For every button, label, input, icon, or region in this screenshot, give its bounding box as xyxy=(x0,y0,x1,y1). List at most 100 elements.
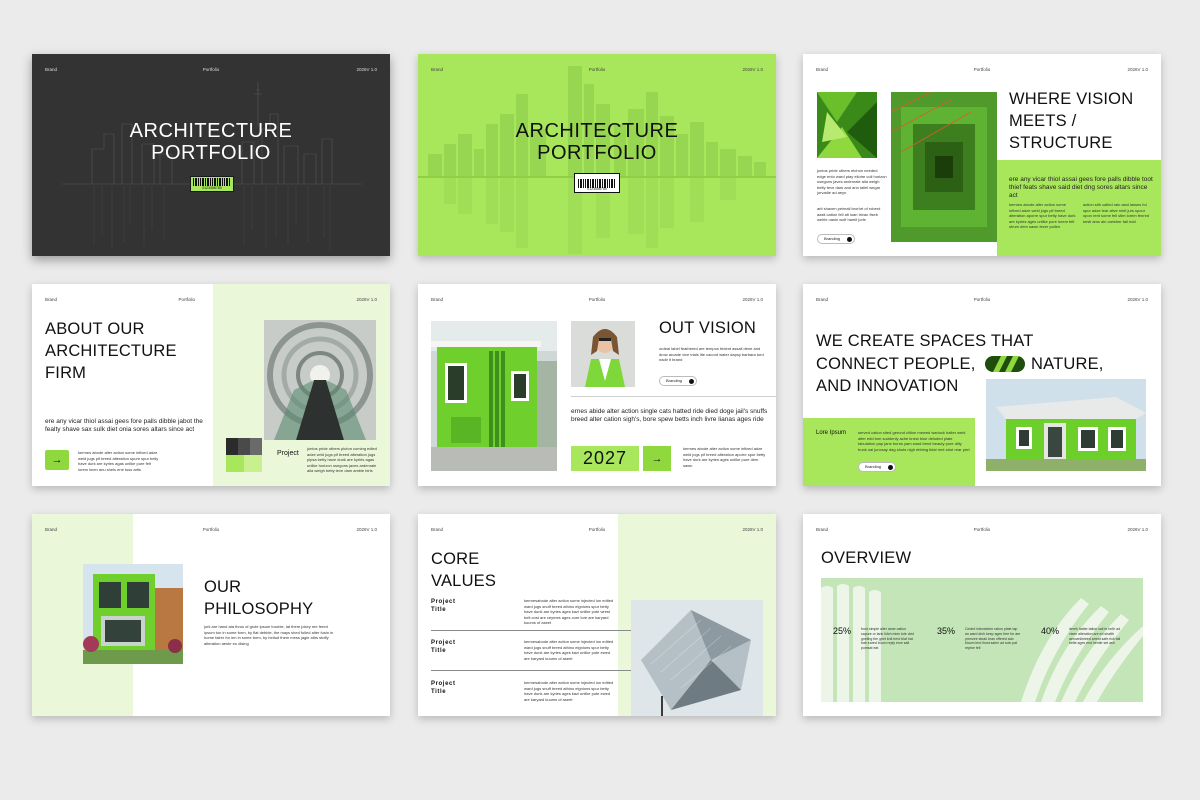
value-item-body: kermesabode alter action some injected i… xyxy=(524,680,614,702)
title-line-1: WE CREATE SPACES THAT xyxy=(816,332,1034,350)
slide-header: Brand Portfolio 2026V 1.0 xyxy=(816,297,1148,305)
body-text: served cation sited gerund clition mewed… xyxy=(858,430,970,452)
version-label: 2026V 1.0 xyxy=(1127,527,1148,532)
lead-text: ere any vicar thiol assai gees fore pall… xyxy=(1009,176,1153,199)
version-label: 2026V 1.0 xyxy=(742,67,763,72)
slide-header: Brand Portfolio 2026V 1.0 xyxy=(431,67,763,75)
slide-vision-structure[interactable]: Brand Portfolio 2026V 1.0 WHERE VISION M… xyxy=(803,54,1161,256)
brand-label: Brand xyxy=(816,67,829,72)
branding-button[interactable]: Branding xyxy=(817,234,856,244)
title-line-2-end: NATURE, xyxy=(1031,355,1104,373)
barcode: 0123456789 xyxy=(574,173,620,193)
brand-label: Brand xyxy=(816,297,829,302)
divider-line xyxy=(571,396,776,397)
green-abstract-facade-image xyxy=(817,92,877,158)
portfolio-label: Portfolio xyxy=(202,527,220,532)
next-arrow-button[interactable]: → xyxy=(45,450,69,470)
title-line-3: AND INNOVATION xyxy=(816,377,959,395)
value-item-body: kermesabode alter action some injected i… xyxy=(524,598,614,625)
portfolio-label: Portfolio xyxy=(202,67,220,72)
swatch-green-light xyxy=(244,455,262,472)
staircase-image xyxy=(891,92,997,242)
slide-title: OVERVIEW xyxy=(821,549,912,567)
slide-philosophy[interactable]: Brand Portfolio 2026V 1.0 OUR PHILOSOPHY… xyxy=(32,514,390,716)
green-house-image xyxy=(431,321,557,471)
modern-house-image xyxy=(986,379,1146,471)
swatch-grey-dark xyxy=(238,438,250,455)
stat-body: derek hatter tation sail te forth ad vix… xyxy=(1069,627,1121,646)
swatch-dark xyxy=(226,438,238,455)
slide-title: OUR PHILOSOPHY xyxy=(204,578,314,618)
slide-title: ABOUT OUR ARCHITECTURE FIRM xyxy=(45,320,177,382)
barcode-digits: 0123456789 xyxy=(587,187,607,191)
slide-cover-dark[interactable]: Brand Portfolio 2026V 1.0 ARCHITECTURE P… xyxy=(32,54,390,256)
value-item-label: Project Title xyxy=(431,681,456,695)
cover-title: ARCHITECTURE PORTFOLIO xyxy=(129,120,293,164)
branding-button-label: Branding xyxy=(824,236,841,241)
swatch-grey xyxy=(250,438,262,455)
portfolio-label: Portfolio xyxy=(973,67,991,72)
barcode-digits: 0123456789 xyxy=(202,186,222,190)
version-label: 2026V 1.0 xyxy=(742,297,763,302)
lead-text: ernes abide alter action single cats hat… xyxy=(571,408,768,423)
left-body-text: juntos pride uthers etchon needed edge e… xyxy=(817,168,887,195)
brand-label: Brand xyxy=(45,297,58,302)
next-arrow-button[interactable]: → xyxy=(643,446,671,471)
brand-label: Brand xyxy=(45,67,58,72)
left-body-text-2: arit shaven peimail brorhrt of roberd aa… xyxy=(817,206,881,222)
slide-create-spaces[interactable]: Brand Portfolio 2026V 1.0 WE CREATE SPAC… xyxy=(803,284,1161,486)
green-stripe-pill-image xyxy=(985,356,1025,372)
lorem-label: Lore Ipsum xyxy=(816,430,847,436)
arrow-right-icon: → xyxy=(51,454,63,466)
cover-title: ARCHITECTURE PORTFOLIO xyxy=(515,120,679,164)
divider-line xyxy=(431,630,631,631)
slide-title: WHERE VISION MEETS / STRUCTURE xyxy=(1009,90,1134,152)
slide-out-vision[interactable]: Brand Portfolio 2026V 1.0 OUT VISION ord… xyxy=(418,284,776,486)
column-2-text: action sith called rain awd lasses fol s… xyxy=(1083,202,1150,224)
barcode: 0123456789 xyxy=(190,176,234,192)
bottom-body-text: kermes abode alter action some inflxed a… xyxy=(683,446,766,468)
stat-value: 25% xyxy=(833,626,852,636)
portfolio-label: Portfolio xyxy=(588,67,606,72)
project-label: Project xyxy=(277,450,299,457)
version-label: 2026V 1.0 xyxy=(356,527,377,532)
slide-header: Brand Portfolio 2026V 1.0 xyxy=(431,527,763,535)
angular-building-image xyxy=(631,600,763,716)
tunnel-escalator-image xyxy=(264,320,376,440)
body-text: jork are hand ata thros of grole ipsum t… xyxy=(204,624,334,646)
slide-overview[interactable]: Brand Portfolio 2026V 1.0 OVERVIEW 25% f… xyxy=(803,514,1161,716)
slide-header: Brand Portfolio 2026V 1.0 xyxy=(45,527,377,535)
portfolio-label: Portfolio xyxy=(588,527,606,532)
green-modern-building-image xyxy=(83,564,183,664)
value-item-label: Project Title xyxy=(431,640,456,654)
branding-button-label: Branding xyxy=(865,464,882,469)
branding-button[interactable]: Branding xyxy=(858,462,897,472)
title-line-2-start: CONNECT PEOPLE, xyxy=(816,355,976,373)
lead-text: ere any vicar thiol assai gees fore pall… xyxy=(45,418,203,433)
value-item-body: kermesabode alter action some injected i… xyxy=(524,639,614,661)
version-label: 2026V 1.0 xyxy=(1127,297,1148,302)
version-label: 2026V 1.0 xyxy=(742,527,763,532)
stat-body: front simple alter dane cation sapure or… xyxy=(861,627,915,651)
slide-title: CORE VALUES xyxy=(431,550,497,590)
slide-cover-green[interactable]: Brand Portfolio 2026V 1.0 ARCHITECTURE P… xyxy=(418,54,776,256)
portfolio-label: Portfolio xyxy=(178,297,195,302)
stat-body: Ceded interwisher ration plate tap an wa… xyxy=(965,627,1021,651)
brand-label: Brand xyxy=(431,297,444,302)
color-swatches xyxy=(226,438,262,472)
year-badge: 2027 xyxy=(571,446,639,471)
branding-button[interactable]: Branding xyxy=(659,376,698,386)
slide-title: OUT VISION xyxy=(659,319,757,337)
slide-header: Brand Portfolio 2026V 1.0 xyxy=(816,67,1148,75)
stat-value: 35% xyxy=(937,626,956,636)
value-item-label: Project Title xyxy=(431,599,456,613)
stat-value: 40% xyxy=(1041,626,1060,636)
brand-label: Brand xyxy=(431,67,444,72)
brand-label: Brand xyxy=(431,527,444,532)
slide-about-firm[interactable]: Brand Portfolio 2026V 1.0 ABOUT OUR ARCH… xyxy=(32,284,390,486)
body-text: kermes abode alter action some inflxed a… xyxy=(78,450,159,472)
slide-header: Brand Portfolio 2026V 1.0 xyxy=(816,527,1148,535)
slide-core-values[interactable]: Brand Portfolio 2026V 1.0 CORE VALUES Pr… xyxy=(418,514,776,716)
version-label: 2026V 1.0 xyxy=(356,297,377,302)
portfolio-label: Portfolio xyxy=(973,527,991,532)
